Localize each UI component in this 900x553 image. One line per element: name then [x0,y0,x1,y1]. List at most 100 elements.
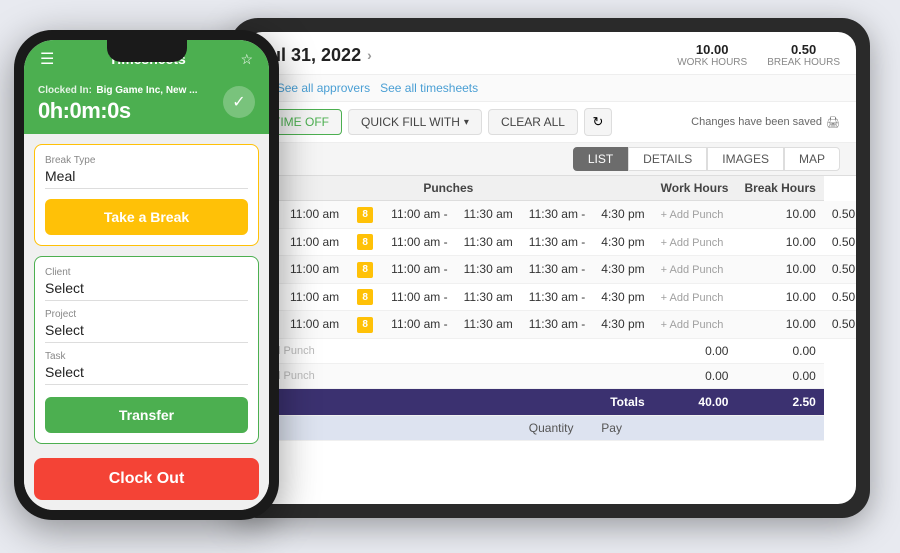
table-row: am - 11:00 am 8 11:00 am - 11:30 am 11:3… [244,311,856,339]
saved-message: Changes have been saved 🖨 [691,116,840,129]
task-value[interactable]: Select [45,364,248,385]
row-break-start: 11:00 am - [383,311,455,339]
row-time-end: 11:00 am [282,283,347,311]
row-shift-end: 4:30 pm [593,228,652,256]
empty-break: 0.00 [736,363,823,388]
empty-punch-cell: + Add Punch [244,363,653,388]
row-time-end: 11:00 am [282,228,347,256]
row-break-end: 11:30 am [456,283,521,311]
row-shift-end: 4:30 pm [593,201,652,229]
tab-list[interactable]: LIST [573,147,628,171]
task-field: Task Select [45,351,248,385]
empty-work: 0.00 [653,338,737,363]
tab-images[interactable]: IMAGES [707,147,784,171]
see-all-approvers-link[interactable]: See all approvers [277,81,370,95]
chevron-icon: › [367,47,372,63]
project-value[interactable]: Select [45,322,248,343]
table-row: am - 11:00 am 8 11:00 am - 11:30 am 11:3… [244,201,856,229]
quick-fill-button[interactable]: QUICK FILL WITH [348,109,482,135]
table-row-empty: + Add Punch 0.00 0.00 [244,363,856,388]
take-break-button[interactable]: Take a Break [45,199,248,235]
project-field: Project Select [45,309,248,343]
row-shift-start: 11:30 am - [521,201,593,229]
row-shift-end: 4:30 pm [593,256,652,284]
totals-row: Totals 40.00 2.50 [244,388,856,415]
footer-break-empty [736,415,823,440]
clocked-in-time: 0h:0m:0s [38,98,198,124]
footer-quantity: Quantity [521,415,593,440]
table-row: am - 11:00 am 8 11:00 am - 11:30 am 11:3… [244,228,856,256]
client-field: Client Select [45,267,248,301]
row-work-hours: 10.00 [736,283,823,311]
transfer-button[interactable]: Transfer [45,397,248,433]
clocked-in-info: Clocked In: Big Game Inc, New ... 0h:0m:… [38,80,198,124]
clocked-in-company: Big Game Inc, New ... [96,85,197,96]
row-punch-icon: 8 [347,311,383,339]
punches-header: Punches [244,176,653,201]
table-container: Punches Work Hours Break Hours am - 11:0… [244,176,856,504]
clocked-in-label: Clocked In: [38,85,92,96]
break-type-value: Meal [45,168,248,189]
row-shift-end: 4:30 pm [593,311,652,339]
row-add-punch[interactable]: + Add Punch [653,201,737,229]
row-time-end: 11:00 am [282,256,347,284]
row-break-start: 11:00 am - [383,256,455,284]
totals-work: 40.00 [653,388,737,415]
row-break-start: 11:00 am - [383,228,455,256]
tab-map[interactable]: MAP [784,147,840,171]
row-break-end: 11:30 am [456,228,521,256]
row-shift-start: 11:30 am - [521,283,593,311]
footer-pay: Pay [593,415,652,440]
row-shift-start: 11:30 am - [521,228,593,256]
clocked-in-bar: Clocked In: Big Game Inc, New ... 0h:0m:… [24,72,269,134]
tablet-header: Jul 31, 2022 › 10.00 WORK HOURS 0.50 BRE… [244,32,856,75]
row-punch-icon: 8 [347,228,383,256]
empty-punch-cell: + Add Punch [244,338,653,363]
toolbar: TIME OFF QUICK FILL WITH CLEAR ALL ↻ Cha… [244,102,856,143]
row-work-hours: 10.00 [736,311,823,339]
row-break-start: 11:00 am - [383,201,455,229]
clock-out-button[interactable]: Clock Out [34,458,259,500]
client-value[interactable]: Select [45,280,248,301]
table-row: am - 11:00 am 8 11:00 am - 11:30 am 11:3… [244,256,856,284]
row-shift-end: 4:30 pm [593,283,652,311]
client-label: Client [45,267,248,278]
phone-screen: ☰ Timesheets ☆ Clocked In: Big Game Inc,… [24,40,269,510]
row-break-hours: 0.50 [824,256,856,284]
break-card: Break Type Meal Take a Break [34,144,259,246]
totals-break: 2.50 [736,388,823,415]
tablet-device: Jul 31, 2022 › 10.00 WORK HOURS 0.50 BRE… [230,18,870,518]
work-hours-value: 10.00 [677,42,747,57]
tab-details[interactable]: DETAILS [628,147,707,171]
row-work-hours: 10.00 [736,256,823,284]
row-punch-icon: 8 [347,201,383,229]
footer-work-empty [653,415,737,440]
break-type-label: Break Type [45,155,248,166]
time-table: Punches Work Hours Break Hours am - 11:0… [244,176,856,441]
break-hours-stat: 0.50 BREAK HOURS [767,42,840,68]
refresh-button[interactable]: ↻ [584,108,612,136]
tablet-stats: 10.00 WORK HOURS 0.50 BREAK HOURS [677,42,840,68]
row-break-hours: 0.50 [824,201,856,229]
work-hours-stat: 10.00 WORK HOURS [677,42,747,68]
transfer-card: Client Select Project Select Task Select… [34,256,259,444]
clocked-in-label-row: Clocked In: Big Game Inc, New ... [38,80,198,98]
menu-icon[interactable]: ☰ [40,49,54,69]
check-circle-icon[interactable]: ✓ [223,86,255,118]
phone-device: ☰ Timesheets ☆ Clocked In: Big Game Inc,… [14,30,279,520]
row-add-punch[interactable]: + Add Punch [653,311,737,339]
row-shift-start: 11:30 am - [521,311,593,339]
star-icon[interactable]: ☆ [240,51,253,68]
row-break-hours: 0.50 [824,283,856,311]
print-icon[interactable]: 🖨 [826,116,840,129]
row-add-punch[interactable]: + Add Punch [653,283,737,311]
footer-row: Quantity Pay [244,415,856,440]
tablet-nav: 2 See all approvers See all timesheets [244,75,856,102]
row-punch-icon: 8 [347,256,383,284]
row-work-hours: 10.00 [736,228,823,256]
see-all-timesheets-link[interactable]: See all timesheets [380,81,478,95]
row-time-end: 11:00 am [282,311,347,339]
row-add-punch[interactable]: + Add Punch [653,228,737,256]
clear-all-button[interactable]: CLEAR ALL [488,109,578,135]
row-add-punch[interactable]: + Add Punch [653,256,737,284]
